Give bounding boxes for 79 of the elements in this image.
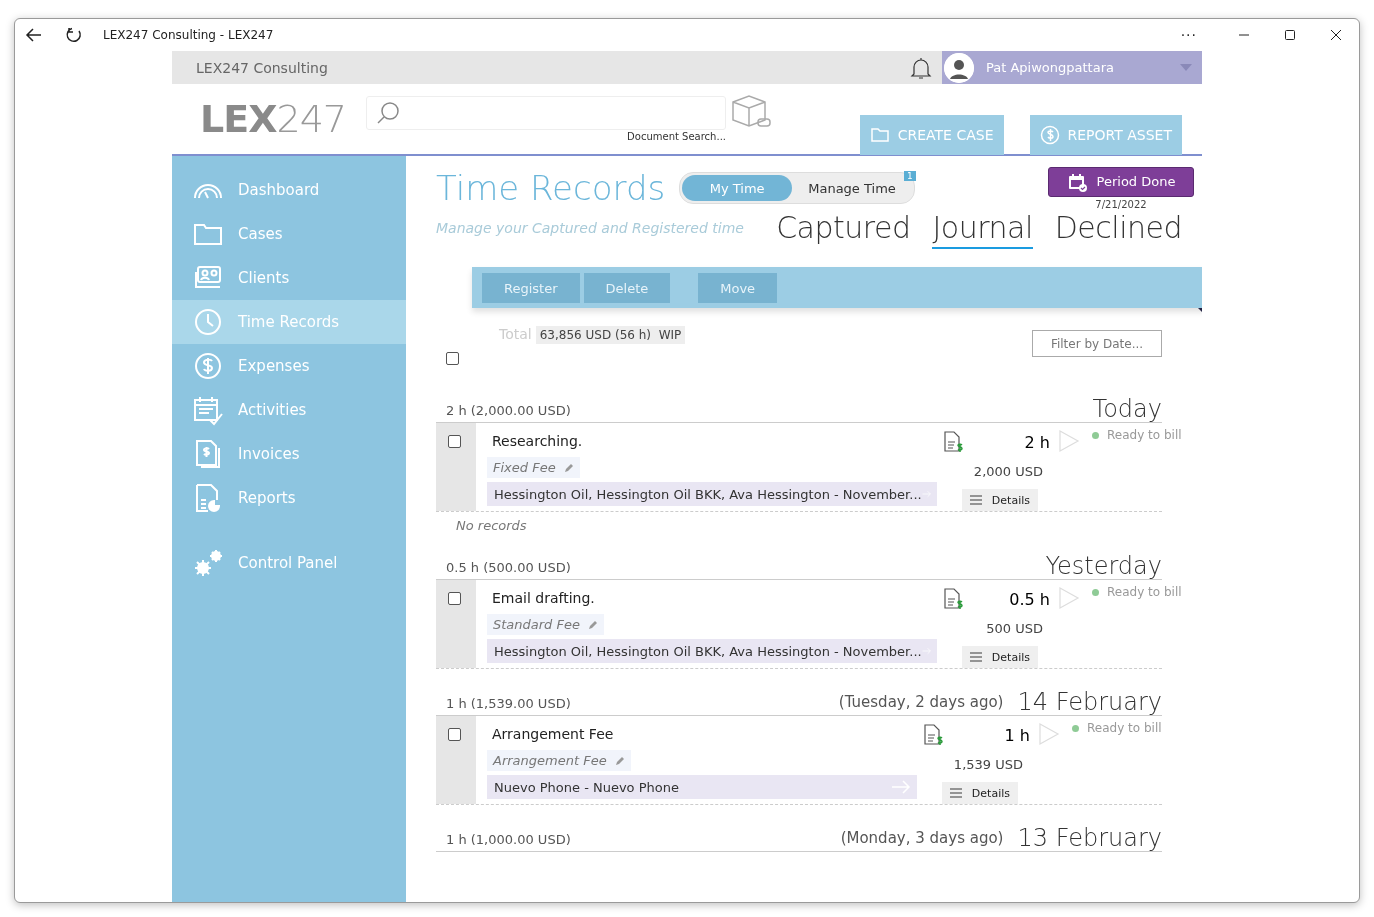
avatar-icon — [944, 52, 974, 83]
status-label: Ready to bill — [1072, 721, 1162, 752]
hours-value: 0.5 h — [1008, 589, 1051, 609]
pencil-icon — [588, 619, 598, 630]
tab[interactable]: Captured — [776, 210, 911, 249]
calendar-icon — [192, 394, 224, 426]
invoice-icon[interactable] — [943, 431, 963, 453]
arrow-icon — [891, 780, 911, 794]
relative-date: (Tuesday, 2 days ago) — [838, 693, 1004, 711]
list-icon — [949, 788, 962, 798]
filter-by-date-button[interactable]: Filter by Date... — [1032, 330, 1162, 357]
entry-description: Email drafting. — [492, 590, 596, 606]
entry-description: Arrangement Fee — [492, 726, 615, 742]
page-subtitle: Manage your Captured and Registered time — [436, 220, 744, 236]
tab[interactable]: Journal — [932, 210, 1033, 249]
details-button[interactable]: Details — [941, 782, 1018, 804]
empty-note: No records — [456, 518, 528, 533]
status-label: Ready to bill — [1092, 585, 1182, 616]
amount-value: 1,539 USD — [952, 756, 1024, 772]
status-label: Ready to bill — [1092, 428, 1182, 459]
group-date: Yesterday — [1045, 552, 1162, 580]
group-date: 13 February — [1017, 824, 1162, 852]
search-field[interactable] — [366, 96, 726, 130]
company-name: LEX247 Consulting — [196, 59, 329, 76]
group-summary: 1 h (1,000.00 USD) — [446, 832, 572, 847]
user-name: Pat Apiwongpattara — [986, 60, 1115, 75]
group-summary: 1 h (1,539.00 USD) — [446, 696, 572, 711]
list-icon — [969, 652, 982, 662]
user-menu[interactable]: Pat Apiwongpattara — [942, 51, 1202, 84]
toggle-option[interactable]: My Time — [682, 175, 793, 201]
matter-link[interactable]: Hessington Oil, Hessington Oil BKK, Ava Hessington - November... — [487, 639, 937, 663]
tab[interactable]: Declined — [1054, 210, 1182, 249]
search-icon — [375, 100, 401, 126]
dollar-circle-icon — [1039, 125, 1060, 145]
checkbox[interactable] — [448, 435, 461, 448]
count-badge: 1 — [904, 171, 916, 181]
group-date: Today — [1092, 395, 1162, 423]
hours-value: 1 h — [1003, 725, 1031, 745]
refresh-icon[interactable] — [65, 26, 83, 44]
period-done-button[interactable]: Period Done — [1048, 166, 1194, 197]
details-button[interactable]: Details — [961, 489, 1038, 511]
amount-value: 500 USD — [985, 620, 1044, 636]
pencil-icon — [614, 755, 625, 766]
total-value: 63,856 USD (56 h) WIP — [535, 326, 686, 344]
page-title: Time Records — [436, 168, 666, 208]
group-summary: 0.5 h (500.00 USD) — [446, 560, 572, 575]
list-icon — [969, 495, 982, 505]
relative-date: (Monday, 3 days ago) — [840, 829, 1004, 847]
pencil-icon — [563, 462, 574, 473]
search-caption: Document Search... — [627, 131, 726, 142]
logo: LEX247 — [200, 97, 347, 141]
group-summary: 2 h (2,000.00 USD) — [446, 403, 572, 418]
close-icon[interactable] — [1330, 29, 1342, 41]
dollar-circle-icon — [192, 350, 224, 382]
invoice-icon[interactable] — [923, 724, 943, 746]
matter-link[interactable]: Nuevo Phone - Nuevo Phone — [487, 775, 917, 799]
checkbox[interactable] — [446, 352, 459, 365]
amount-value: 2,000 USD — [972, 463, 1044, 479]
fee-tag[interactable]: Arrangement Fee — [487, 750, 631, 771]
group-date: 14 February — [1017, 688, 1162, 716]
checkbox[interactable] — [448, 728, 461, 741]
period-date: 7/21/2022 — [1095, 198, 1147, 210]
hours-value: 2 h — [1023, 432, 1051, 452]
fee-tag[interactable]: Fixed Fee — [487, 457, 580, 478]
more-menu[interactable]: ··· — [1180, 27, 1197, 43]
matter-link[interactable]: Hessington Oil, Hessington Oil BKK, Ava Hessington - November... — [487, 482, 937, 506]
folder-icon — [869, 125, 890, 145]
calendar-check-icon — [1066, 171, 1087, 192]
back-arrow-icon[interactable] — [25, 26, 43, 44]
maximize-icon[interactable] — [1284, 29, 1296, 41]
fee-tag[interactable]: Standard Fee — [487, 614, 604, 635]
clock-icon — [192, 306, 224, 338]
details-button[interactable]: Details — [961, 646, 1038, 668]
entry-description: Researching. — [492, 433, 584, 449]
window-title: LEX247 Consulting - LEX247 — [103, 28, 275, 42]
gears-icon — [192, 547, 224, 579]
checkbox[interactable] — [448, 592, 461, 605]
invoice-icon[interactable] — [943, 588, 963, 610]
caret-icon — [1180, 63, 1192, 72]
